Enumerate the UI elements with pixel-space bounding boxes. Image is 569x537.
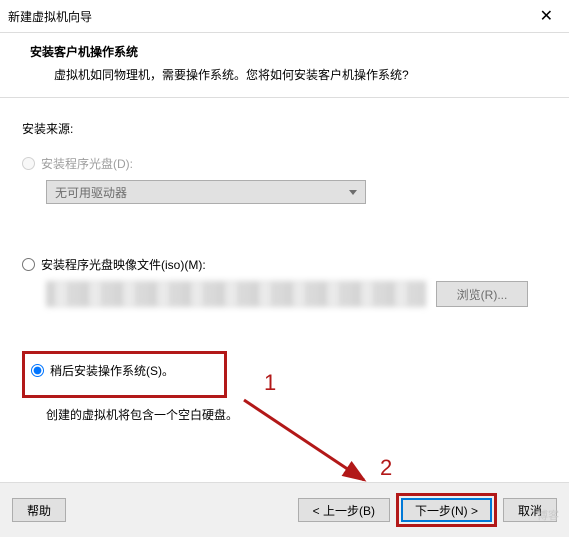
option-installer-disc: 安装程序光盘(D): <box>22 155 547 172</box>
help-button[interactable]: 帮助 <box>12 498 66 522</box>
radio-install-later[interactable] <box>31 364 44 377</box>
back-button[interactable]: < 上一步(B) <box>298 498 390 522</box>
wizard-footer: 帮助 < 上一步(B) 下一步(N) > 取消 <box>0 482 569 537</box>
header-subtitle: 虚拟机如同物理机，需要操作系统。您将如何安装客户机操作系统? <box>30 66 545 83</box>
disc-drive-value: 无可用驱动器 <box>55 186 127 200</box>
annotation-number-2: 2 <box>380 455 392 481</box>
annotation-box-2: 下一步(N) > <box>396 493 497 527</box>
next-button[interactable]: 下一步(N) > <box>401 498 492 522</box>
close-icon[interactable]: ✕ <box>534 6 559 26</box>
radio-iso-file[interactable] <box>22 258 35 271</box>
browse-button[interactable]: 浏览(R)... <box>436 281 528 307</box>
window-title: 新建虚拟机向导 <box>8 8 92 25</box>
option-iso-file[interactable]: 安装程序光盘映像文件(iso)(M): <box>22 256 547 273</box>
iso-path-field[interactable] <box>46 281 426 307</box>
label-iso-file: 安装程序光盘映像文件(iso)(M): <box>41 256 206 273</box>
label-installer-disc: 安装程序光盘(D): <box>41 155 133 172</box>
titlebar: 新建虚拟机向导 ✕ <box>0 0 569 33</box>
option-install-later[interactable]: 稍后安装操作系统(S)。 <box>31 362 174 379</box>
install-later-hint: 创建的虚拟机将包含一个空白硬盘。 <box>46 406 547 423</box>
disc-drive-dropdown: 无可用驱动器 <box>46 180 366 204</box>
annotation-box-1: 稍后安装操作系统(S)。 <box>22 351 227 398</box>
install-source-label: 安装来源: <box>22 120 547 137</box>
label-install-later: 稍后安装操作系统(S)。 <box>50 362 174 379</box>
wizard-content: 安装来源: 安装程序光盘(D): 无可用驱动器 安装程序光盘映像文件(iso)(… <box>0 98 569 423</box>
cancel-button[interactable]: 取消 <box>503 498 557 522</box>
radio-installer-disc <box>22 157 35 170</box>
wizard-header: 安装客户机操作系统 虚拟机如同物理机，需要操作系统。您将如何安装客户机操作系统? <box>0 33 569 98</box>
header-title: 安装客户机操作系统 <box>30 43 545 60</box>
